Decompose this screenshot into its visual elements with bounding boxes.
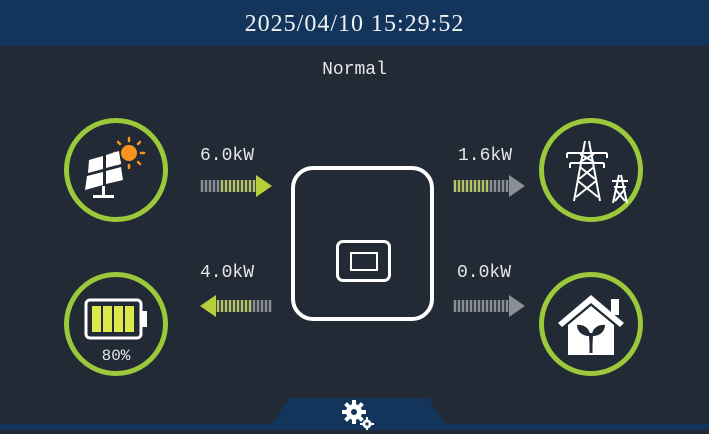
battery-power-value: 4.0kW <box>200 263 255 283</box>
load-node[interactable] <box>539 272 643 376</box>
load-flow-arrow <box>453 295 525 317</box>
battery-flow-arrow <box>200 295 272 317</box>
system-status: Normal <box>322 60 387 80</box>
load-power-value: 0.0kW <box>457 263 512 283</box>
inverter-screen <box>350 252 378 271</box>
grid-power-value: 1.6kW <box>458 146 513 166</box>
pv-flow-arrow <box>200 175 272 197</box>
settings-button[interactable] <box>332 398 384 430</box>
house-icon <box>558 295 624 355</box>
gear-icon <box>342 400 374 430</box>
grid-node[interactable] <box>539 118 643 222</box>
battery-soc-label: 80% <box>101 347 131 365</box>
datetime-display: 2025/04/10 15:29:52 <box>244 11 465 37</box>
grid-flow-arrow <box>453 175 525 197</box>
battery-node[interactable]: 80% <box>64 272 168 376</box>
pv-power-value: 6.0kW <box>200 146 255 166</box>
inverter-icon <box>336 240 391 282</box>
power-tower-icon <box>566 140 628 204</box>
pv-node[interactable] <box>64 118 168 222</box>
inverter-node[interactable] <box>291 166 434 321</box>
solar-panel-icon <box>85 136 146 198</box>
